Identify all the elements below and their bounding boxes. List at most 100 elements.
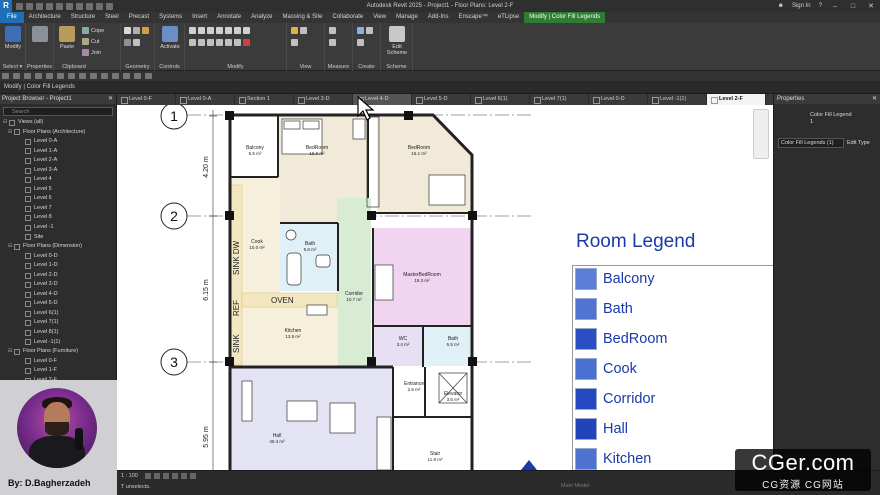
mirror-pick-icon[interactable] [207,27,214,34]
view-tab-level-7-1[interactable]: Level 7(1) [530,94,589,105]
browser-item[interactable]: ⊟ Floor Plans (Dimension) [0,242,116,252]
legend-title[interactable]: Room Legend [576,231,695,253]
ribbon-tab-steel[interactable]: Steel [100,12,124,23]
text-icon[interactable] [86,2,93,10]
split-face-icon[interactable] [133,27,140,34]
save-icon[interactable] [26,2,33,10]
main-model-select[interactable]: Main Model [561,483,589,489]
redo-small-icon[interactable] [46,73,53,79]
view-scale[interactable]: 1 : 100 [121,473,138,479]
help-icon[interactable]: ? [819,3,822,9]
type-selector[interactable]: Color Fill Legend 1 [774,104,880,134]
browser-item[interactable]: Level 0-A [0,137,116,147]
legend-entry[interactable]: Cook [575,357,637,381]
dimension-3[interactable]: 5.95 m [203,426,210,448]
paste-button[interactable]: Paste [56,26,78,50]
drawing-canvas[interactable]: 1 2 3 4.20 m 6.15 m 5.95 m Balcony 5.5 m… [117,105,773,470]
ribbon-tab-etlipse[interactable]: eTLipse [493,12,524,23]
legend-entry[interactable]: BedRoom [575,327,667,351]
section-small-icon[interactable] [112,73,119,79]
view-tab-level-2-f[interactable]: Level 2-F [707,94,766,105]
crop-icon[interactable] [181,473,187,479]
browser-item[interactable]: Level 0-F [0,357,116,367]
browser-item[interactable]: Level 1-A [0,147,116,157]
offset-icon[interactable] [198,27,205,34]
redo-icon[interactable] [56,2,63,10]
legend-entry[interactable]: Balcony [575,267,655,291]
browser-item[interactable]: Level 8 [0,213,116,223]
array-icon[interactable] [216,39,223,46]
open-small-icon[interactable] [2,73,9,79]
detail-level-icon[interactable] [145,473,151,479]
activate-button[interactable]: Activate [159,26,181,50]
legend-entry[interactable]: Bath [575,297,633,321]
thin-lines-icon[interactable] [123,73,130,79]
sun-path-icon[interactable] [163,473,169,479]
browser-item[interactable]: Level 2-D [0,271,116,281]
ribbon-tab-enscape[interactable]: Enscape™ [453,12,492,23]
view-tab-level-0-a[interactable]: Level 0-A [176,94,235,105]
browser-item[interactable]: Level 1-F [0,366,116,376]
browser-item[interactable]: ⊟ Views (all) [0,118,116,128]
legend-entry[interactable]: Hall [575,417,628,441]
dimension-icon[interactable] [329,39,336,46]
ribbon-tab-massing-site[interactable]: Massing & Site [277,12,327,23]
view-tab-level-6-1[interactable]: Level 6(1) [471,94,530,105]
browser-item[interactable]: Level 7 [0,204,116,214]
browser-item[interactable]: ⊟ Floor Plans (Furniture) [0,347,116,357]
legend-entry[interactable]: Corridor [575,387,655,411]
browser-item[interactable]: Level -1 [0,223,116,233]
modify-button[interactable]: Modify [2,26,24,50]
switch-windows-icon[interactable] [145,73,152,79]
sync-small-icon[interactable] [24,73,31,79]
open-icon[interactable] [16,2,23,10]
create-assembly-icon[interactable] [357,27,364,34]
browser-item[interactable]: Level 6(1) [0,309,116,319]
view-tab-section-1[interactable]: Section 1 [235,94,294,105]
ribbon-tab-modify-color-fill-legends[interactable]: Modify | Color Fill Legends [524,12,606,23]
revit-logo-icon[interactable]: R [0,0,12,12]
browser-item[interactable]: Level 5-D [0,299,116,309]
browser-item[interactable]: Level 5 [0,185,116,195]
unjoin-icon[interactable] [133,39,140,46]
cope-button[interactable]: Cope [82,27,104,34]
sync-icon[interactable] [36,2,43,10]
print-icon[interactable] [66,2,73,10]
edit-scheme-button[interactable]: Edit Scheme [386,26,408,56]
3d-small-icon[interactable] [101,73,108,79]
maximize-button[interactable]: □ [848,3,858,10]
browser-search-input[interactable]: Search [3,107,113,116]
browser-item[interactable]: Level 4-D [0,290,116,300]
create-parts-icon[interactable] [366,27,373,34]
ribbon-tab-precast[interactable]: Precast [124,12,154,23]
section-icon[interactable] [106,2,113,10]
browser-item[interactable]: Level 3-D [0,280,116,290]
properties-button[interactable] [29,26,51,44]
instance-filter-select[interactable]: Color Fill Legends (1) [778,138,844,148]
trim-icon[interactable] [234,27,241,34]
save-small-icon[interactable] [13,73,20,79]
paint-icon[interactable] [142,27,149,34]
browser-item[interactable]: Level 3-A [0,166,116,176]
browser-item[interactable]: Site [0,233,116,243]
pin-icon[interactable] [243,27,250,34]
view-tab-level-1-1[interactable]: Level -1(1) [648,94,707,105]
text-small-icon[interactable] [90,73,97,79]
sign-in-link[interactable]: Sign In [792,3,811,9]
linework-icon[interactable] [291,39,298,46]
unpin-icon[interactable] [234,39,241,46]
wall-joins-icon[interactable] [124,27,131,34]
browser-item[interactable]: Level 2-A [0,156,116,166]
create-group-icon[interactable] [357,39,364,46]
join-button[interactable]: Join [82,49,101,56]
cut-button[interactable]: Cut [82,38,100,45]
ribbon-tab-collaborate[interactable]: Collaborate [328,12,369,23]
temporary-hide-icon[interactable] [190,473,196,479]
dimension-1[interactable]: 4.20 m [203,156,210,178]
view-tab-level-5-d[interactable]: Level 5-D [412,94,471,105]
3d-view-icon[interactable] [96,2,103,10]
select-dropdown[interactable]: Select ▾ [0,64,25,70]
close-button[interactable]: ✕ [866,2,876,10]
navigation-bar[interactable] [753,109,769,159]
browser-item[interactable]: ⊟ Floor Plans (Architecture) [0,128,116,138]
